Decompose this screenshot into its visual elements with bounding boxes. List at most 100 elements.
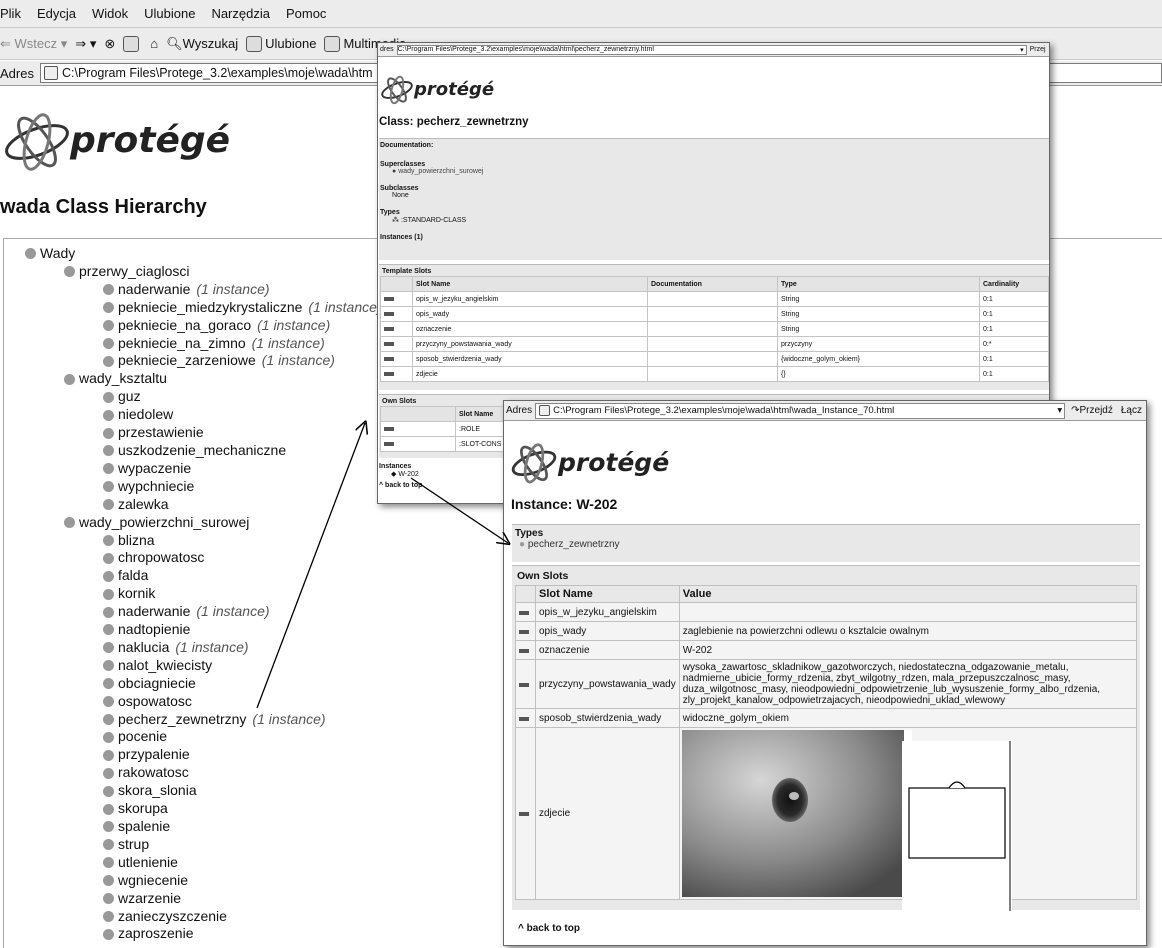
- class-window-address-value: C:\Program Files\Protege_3.2\examples\mo…: [397, 46, 654, 53]
- class-dot-icon: [103, 391, 114, 403]
- table-header: Slot Name Documentation Type Cardinality: [380, 276, 1049, 292]
- back-to-top-link[interactable]: ^ back to top: [379, 482, 422, 489]
- slot-icon-cell: [515, 708, 536, 728]
- favorites-button[interactable]: Ulubione: [246, 35, 316, 52]
- tree-item[interactable]: wzarzenie: [25, 890, 382, 908]
- tree-item[interactable]: naderwanie (1 instance): [25, 603, 382, 621]
- slot-cardinality: 0:*: [979, 336, 1049, 352]
- tree-item[interactable]: ospowatosc: [25, 693, 382, 711]
- tree-item[interactable]: naklucia (1 instance): [25, 639, 382, 657]
- tree-item[interactable]: uszkodzenie_mechaniczne: [25, 442, 382, 460]
- stop-button[interactable]: ⊗: [104, 36, 115, 52]
- type-link[interactable]: ● pecherz_zewnetrzny: [519, 539, 1137, 550]
- menu-edycja[interactable]: Edycja: [29, 6, 84, 21]
- tree-item[interactable]: obciagniecie: [25, 675, 382, 693]
- back-to-top-link[interactable]: ^ back to top: [518, 923, 580, 934]
- tree-item-label: utlenienie: [118, 853, 178, 870]
- tree-item[interactable]: nadtopienie: [25, 621, 382, 639]
- tree-item[interactable]: Wady: [25, 245, 382, 263]
- back-button[interactable]: ⇐ Wstecz ▾: [0, 36, 67, 52]
- tree-item[interactable]: strup: [25, 836, 382, 854]
- tree-item[interactable]: wady_powierzchni_surowej: [25, 514, 382, 532]
- tree-item[interactable]: pekniecie_na_goraco (1 instance): [25, 317, 382, 335]
- subclasses-label: Subclasses: [380, 185, 419, 192]
- tree-item[interactable]: rakowatosc: [25, 764, 382, 782]
- tree-item[interactable]: chropowatosc: [25, 549, 382, 567]
- tree-item[interactable]: pecherz_zewnetrzny (1 instance): [25, 711, 382, 729]
- tree-item[interactable]: pekniecie_zarzeniowe (1 instance): [25, 352, 382, 370]
- table-row[interactable]: opis_wady zaglebienie na powierzchni odle…: [515, 621, 1138, 641]
- tree-item[interactable]: przypalenie: [25, 746, 382, 764]
- search-button[interactable]: 🔍︎ Wyszukaj: [166, 36, 238, 52]
- table-row[interactable]: zdjecie: [515, 727, 1138, 900]
- tree-item[interactable]: pekniecie_na_zimno (1 instance): [25, 335, 382, 353]
- tree-item-label: pekniecie_miedzykrystaliczne: [118, 298, 303, 315]
- links-label[interactable]: Łącz: [1121, 405, 1142, 416]
- tree-item[interactable]: zaproszenie: [25, 925, 382, 943]
- slot-icon-cell: [515, 621, 536, 641]
- menu-narzedzia[interactable]: Narzędzia: [203, 6, 278, 21]
- tree-item[interactable]: zalewka: [25, 496, 382, 514]
- menu-plik[interactable]: Plik: [0, 6, 29, 21]
- class-dot-icon: [103, 821, 114, 833]
- table-row[interactable]: sposob_stwierdzenia_wady {widoczne_golym_…: [380, 351, 1049, 367]
- superclass-link[interactable]: ● wady_powierzchni_surowej: [392, 168, 1049, 175]
- media-icon: [324, 35, 341, 52]
- tree-item[interactable]: wypaczenie: [25, 460, 382, 478]
- forward-button[interactable]: ⇒ ▾: [75, 36, 96, 52]
- class-dot-icon: [103, 839, 114, 851]
- menu-widok[interactable]: Widok: [84, 6, 136, 21]
- instance-link[interactable]: ◆ W-202: [391, 470, 422, 478]
- tree-item[interactable]: spalenie: [25, 818, 382, 836]
- table-row[interactable]: opis_w_jezyku_angielskim String 0:1: [380, 291, 1049, 307]
- class-dot-icon: [103, 875, 114, 887]
- tree-item[interactable]: niedolew: [25, 406, 382, 424]
- tree-item[interactable]: wgniecenie: [25, 872, 382, 890]
- menu-pomoc[interactable]: Pomoc: [278, 6, 334, 21]
- icon-col: [380, 276, 413, 292]
- tree-item[interactable]: nalot_kwiecisty: [25, 657, 382, 675]
- instance-window-go-button[interactable]: ↷Przejdź: [1071, 405, 1113, 416]
- tree-item[interactable]: skorupa: [25, 800, 382, 818]
- tree-item[interactable]: guz: [25, 388, 382, 406]
- tree-item[interactable]: przestawienie: [25, 424, 382, 442]
- table-row[interactable]: zdjecie {} 0:1: [380, 366, 1049, 382]
- refresh-button[interactable]: [123, 35, 142, 52]
- table-row[interactable]: opis_wady String 0:1: [380, 306, 1049, 322]
- table-row[interactable]: oznaczenie W-202: [515, 640, 1138, 660]
- class-window-go-button[interactable]: Przej: [1030, 46, 1046, 53]
- tree-item[interactable]: naderwanie (1 instance): [25, 281, 382, 299]
- tree-item[interactable]: zanieczyszczenie: [25, 908, 382, 926]
- table-row[interactable]: przyczyny_powstawania_wady przyczyny 0:*: [380, 336, 1049, 352]
- slot-icon: [384, 326, 394, 331]
- slot-icon-cell: [380, 336, 413, 352]
- tree-item[interactable]: wady_ksztaltu: [25, 370, 382, 388]
- class-dot-icon: [103, 678, 114, 690]
- tree-item[interactable]: blizna: [25, 532, 382, 550]
- class-dot-icon: [25, 248, 36, 260]
- tree-item[interactable]: kornik: [25, 585, 382, 603]
- table-row[interactable]: przyczyny_powstawania_wady wysoka_zawarto…: [515, 659, 1138, 709]
- class-title: Class: pecherz_zewnetrzny: [379, 116, 529, 128]
- home-button[interactable]: ⌂: [150, 36, 158, 51]
- slot-icon: [519, 812, 529, 816]
- tree-item[interactable]: skora_slonia: [25, 782, 382, 800]
- slot-cardinality: 0:1: [979, 291, 1049, 307]
- tree-item[interactable]: pekniecie_miedzykrystaliczne (1 instance): [25, 299, 382, 317]
- class-window-address-input[interactable]: C:\Program Files\Protege_3.2\examples\mo…: [396, 44, 1027, 55]
- menu-ulubione[interactable]: Ulubione: [136, 6, 203, 21]
- type-link[interactable]: ⁂ :STANDARD-CLASS: [392, 216, 1049, 224]
- tree-item[interactable]: przerwy_ciaglosci: [25, 263, 382, 281]
- back-to-top-label: back to top: [385, 482, 423, 489]
- tree-item[interactable]: utlenienie: [25, 854, 382, 872]
- slot-cardinality: 0:1: [979, 351, 1049, 367]
- tree-item[interactable]: falda: [25, 567, 382, 585]
- table-row[interactable]: sposob_stwierdzenia_wady widoczne_golym_o…: [515, 708, 1138, 728]
- tree-item[interactable]: pocenie: [25, 728, 382, 746]
- tree-item[interactable]: wypchniecie: [25, 478, 382, 496]
- slot-icon-cell: [515, 640, 536, 660]
- table-row[interactable]: opis_w_jezyku_angielskim: [515, 602, 1138, 622]
- table-row[interactable]: oznaczenie String 0:1: [380, 321, 1049, 337]
- search-icon: 🔍︎: [166, 35, 183, 51]
- instance-window-address-input[interactable]: C:\Program Files\Protege_3.2\examples\mo…: [535, 402, 1066, 419]
